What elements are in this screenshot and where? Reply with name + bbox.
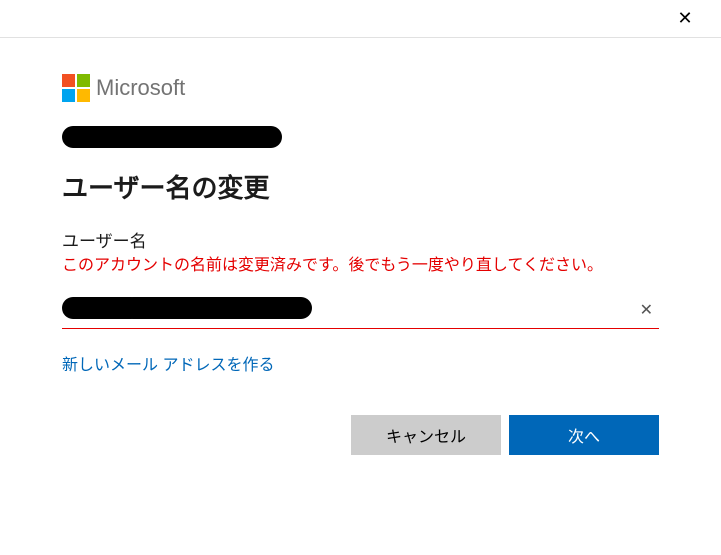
microsoft-logo-icon: [62, 74, 90, 102]
clear-input-icon[interactable]: ✕: [634, 300, 659, 320]
button-row: キャンセル 次へ: [62, 415, 659, 455]
username-label: ユーザー名: [62, 227, 659, 252]
create-new-email-link[interactable]: 新しいメール アドレスを作る: [62, 351, 274, 375]
cancel-button[interactable]: キャンセル: [351, 415, 501, 455]
next-button[interactable]: 次へ: [509, 415, 659, 455]
brand-text: Microsoft: [96, 75, 185, 101]
redacted-username: [62, 297, 142, 323]
error-message: このアカウントの名前は変更済みです。後でもう一度やり直してください。: [62, 254, 659, 279]
brand-row: Microsoft: [62, 74, 659, 102]
titlebar: ✕: [0, 0, 721, 38]
dialog-content: Microsoft ユーザー名の変更 ユーザー名 このアカウントの名前は変更済み…: [0, 38, 721, 475]
page-title: ユーザー名の変更: [62, 168, 659, 205]
username-input-row: ✕: [62, 293, 659, 329]
close-icon[interactable]: ✕: [665, 8, 705, 29]
account-identity: [62, 126, 659, 148]
